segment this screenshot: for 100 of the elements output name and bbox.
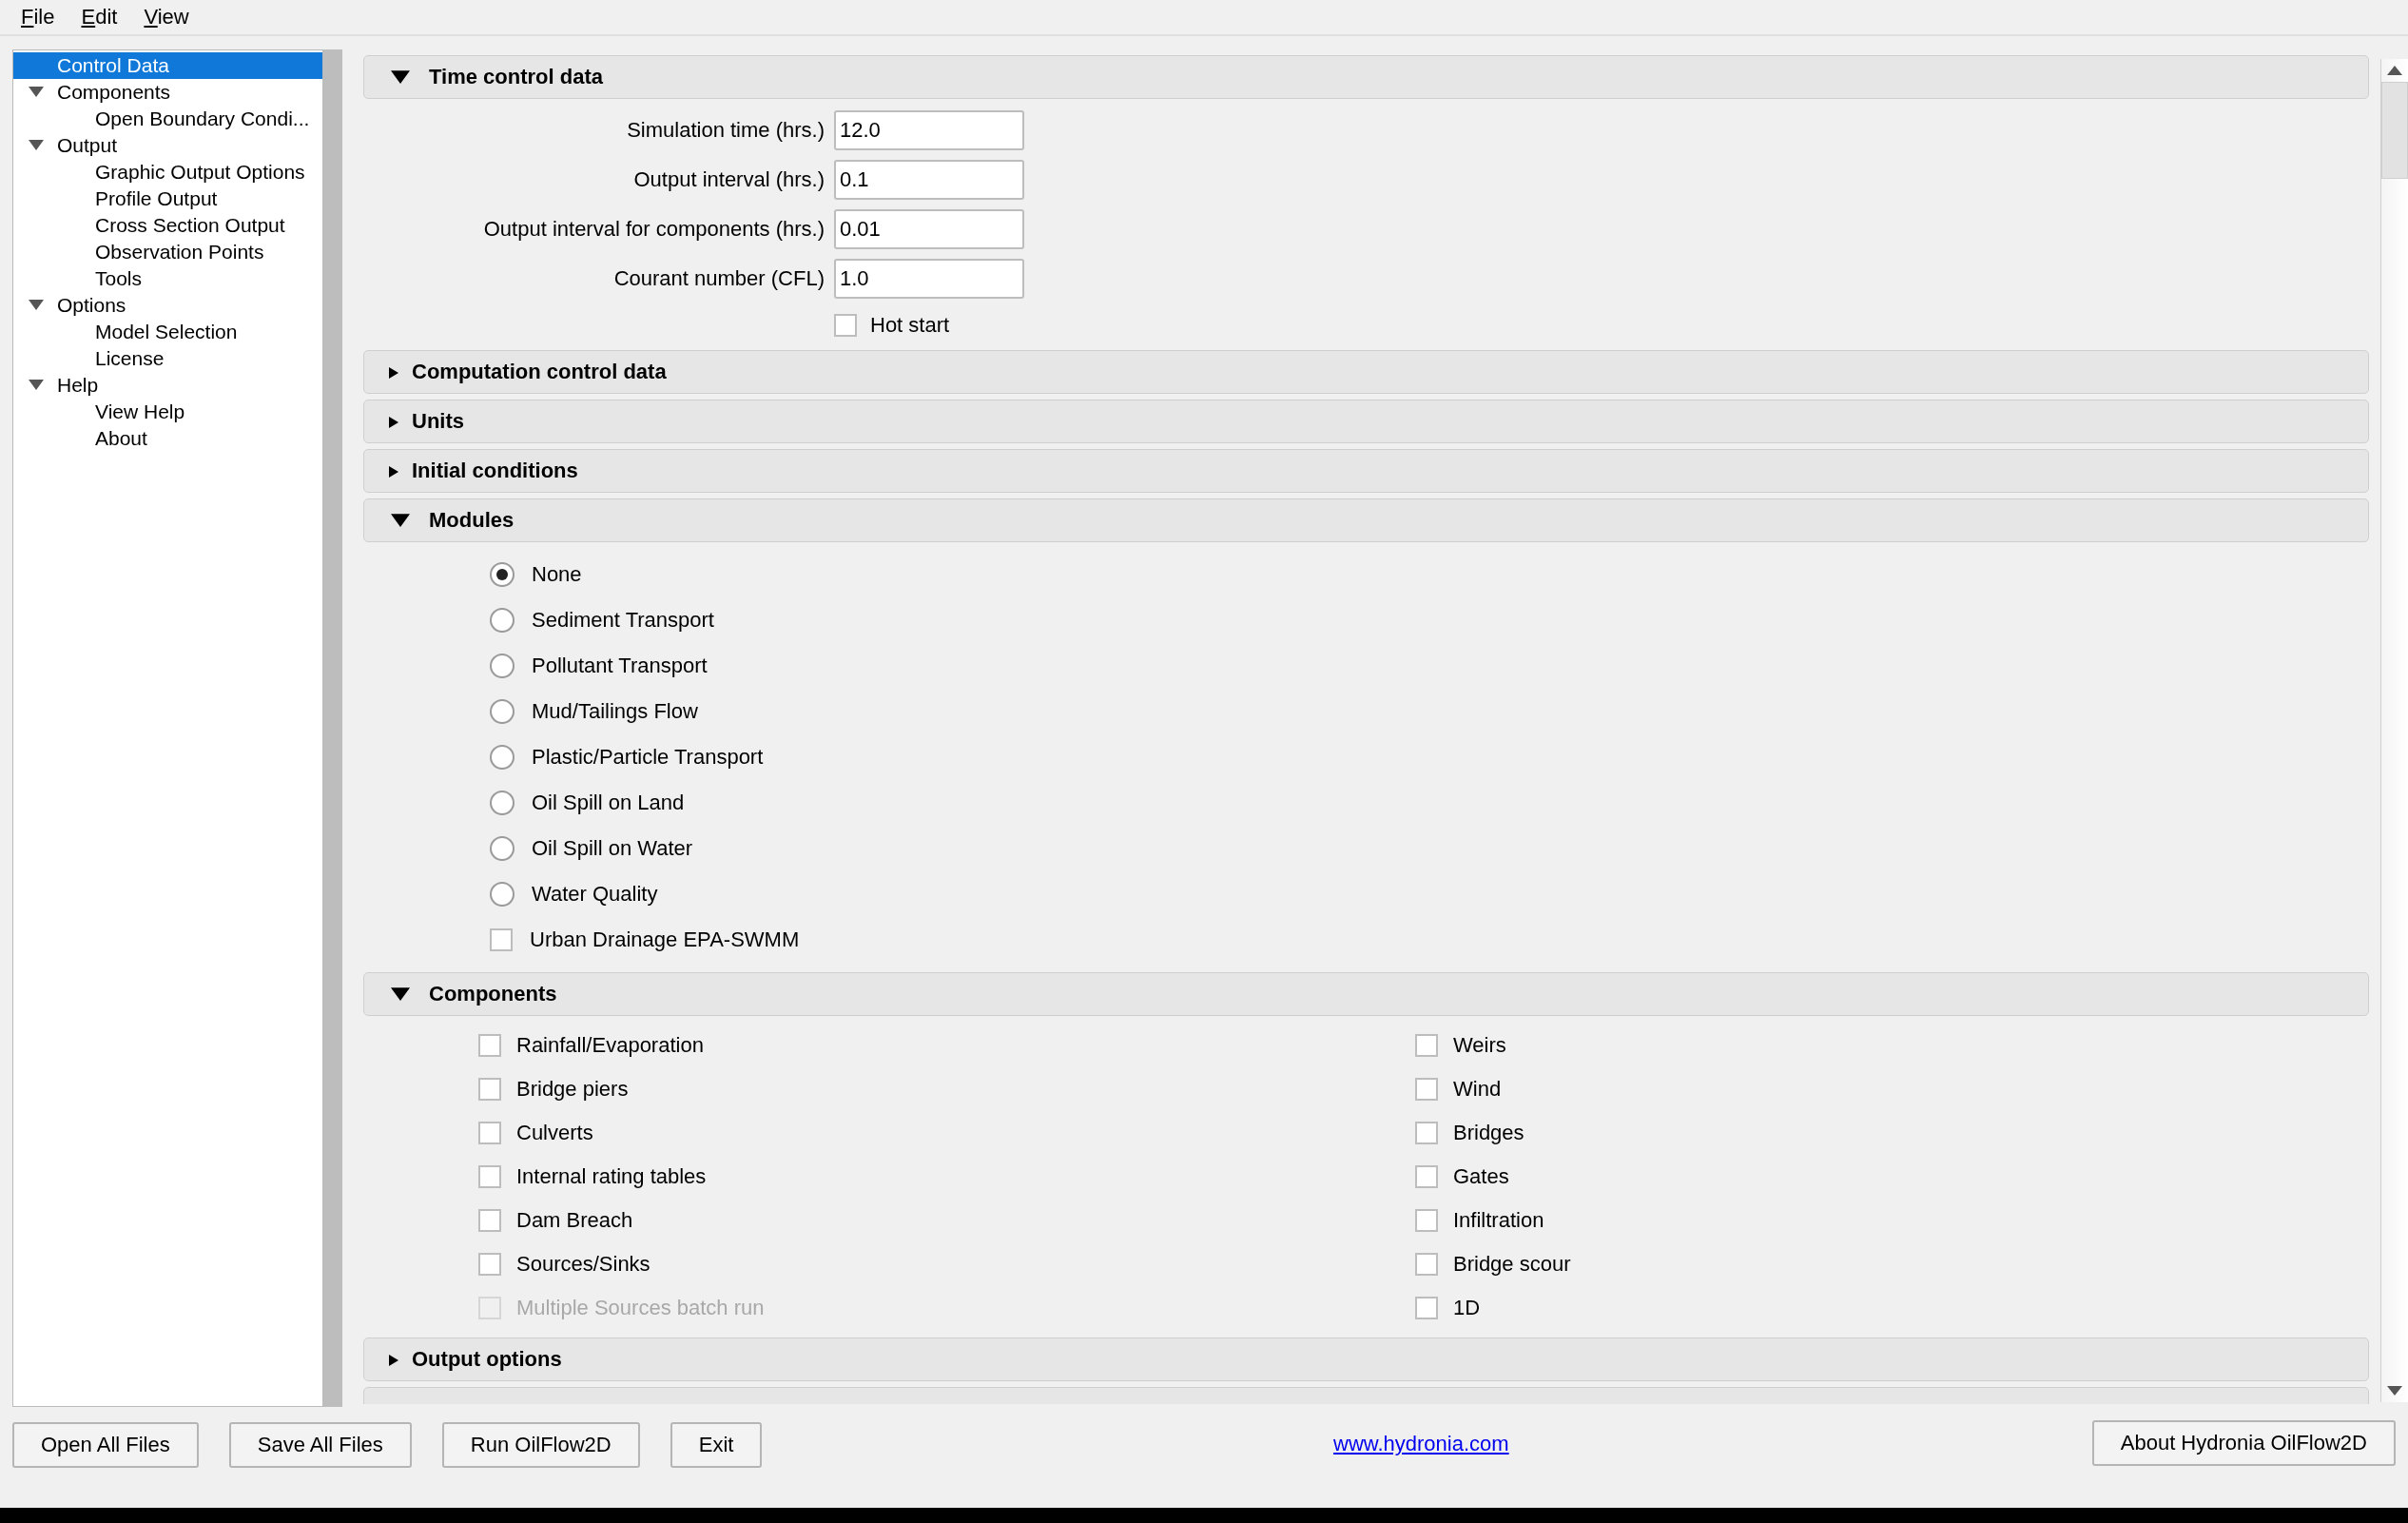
radio-button[interactable] <box>490 836 515 861</box>
field-label: Output interval (hrs.) <box>632 167 825 192</box>
scroll-up-icon[interactable] <box>2387 66 2402 75</box>
checkbox-label: Culverts <box>516 1121 593 1145</box>
expand-arrow-icon[interactable] <box>29 140 44 151</box>
checkbox[interactable] <box>478 1253 501 1276</box>
tree-item[interactable]: View Help <box>13 399 322 425</box>
checkbox[interactable] <box>490 928 513 951</box>
radio-button[interactable] <box>490 882 515 907</box>
action-button[interactable]: Exit <box>670 1422 763 1468</box>
checkbox[interactable] <box>1415 1297 1438 1319</box>
input-field[interactable]: 0.1 <box>834 160 1024 200</box>
checkbox[interactable] <box>478 1209 501 1232</box>
menu-item[interactable]: View <box>130 5 203 29</box>
checkbox-label: Gates <box>1453 1164 1509 1189</box>
checkbox[interactable] <box>1415 1078 1438 1101</box>
scroll-down-icon[interactable] <box>2387 1386 2402 1396</box>
checkbox[interactable] <box>1415 1034 1438 1057</box>
section-header[interactable]: Units <box>363 400 2369 443</box>
checkbox[interactable] <box>834 314 857 337</box>
tree-item[interactable]: Components <box>13 79 322 106</box>
input-field[interactable]: 1.0 <box>834 259 1024 299</box>
expand-arrow-icon[interactable] <box>29 380 44 391</box>
radio-button[interactable] <box>490 745 515 770</box>
section-header[interactable]: Time control data <box>363 55 2369 99</box>
action-button[interactable]: Save All Files <box>228 1422 412 1468</box>
option-label: Sediment Transport <box>532 608 714 633</box>
action-button[interactable]: Run OilFlow2D <box>441 1422 640 1468</box>
tree-item[interactable]: Graphic Output Options <box>13 159 322 185</box>
checkbox[interactable] <box>478 1078 501 1101</box>
collapse-arrow-icon[interactable] <box>391 514 410 527</box>
tree-item[interactable]: Model Selection <box>13 319 322 345</box>
checkbox-label: Dam Breach <box>516 1208 633 1233</box>
expand-arrow-icon[interactable] <box>389 417 398 428</box>
option-label: Pollutant Transport <box>532 654 708 678</box>
checkbox[interactable] <box>1415 1209 1438 1232</box>
section-header[interactable]: Components <box>363 972 2369 1016</box>
checkbox[interactable] <box>478 1034 501 1057</box>
tree-item[interactable]: Output <box>13 132 322 159</box>
input-field[interactable]: 0.01 <box>834 209 1024 249</box>
checkbox-label: Wind <box>1453 1077 1502 1102</box>
tree-item[interactable]: Cross Section Output <box>13 212 322 239</box>
expand-arrow-icon[interactable] <box>29 87 44 98</box>
section-header[interactable]: Modules <box>363 498 2369 542</box>
scrollbar[interactable] <box>2380 59 2408 1402</box>
radio-button[interactable] <box>490 608 515 633</box>
section-header[interactable]: Output options <box>363 1338 2369 1381</box>
menu-item[interactable]: Edit <box>68 5 131 29</box>
field-label: Simulation time (hrs.) <box>626 118 825 143</box>
scroll-thumb[interactable] <box>2381 82 2408 179</box>
tree-item[interactable]: About <box>13 425 322 452</box>
expand-arrow-icon[interactable] <box>389 466 398 478</box>
checkbox[interactable] <box>478 1165 501 1188</box>
section-header[interactable]: Initial conditions <box>363 449 2369 493</box>
input-field[interactable]: 12.0 <box>834 110 1024 150</box>
tree-item[interactable]: Open Boundary Condi... <box>13 106 322 132</box>
expand-arrow-icon[interactable] <box>29 300 44 311</box>
checkbox[interactable] <box>1415 1253 1438 1276</box>
checkbox-label: Infiltration <box>1453 1208 1544 1233</box>
checkbox-label: 1D <box>1453 1296 1481 1320</box>
website-link[interactable]: www.hydronia.com <box>1333 1432 1509 1456</box>
about-button[interactable]: About Hydronia OilFlow2D <box>2091 1420 2396 1466</box>
expand-arrow-icon[interactable] <box>389 367 398 379</box>
tree-item[interactable]: Observation Points <box>13 239 322 265</box>
checkbox-label: Sources/Sinks <box>516 1252 651 1277</box>
action-button[interactable]: Open All Files <box>12 1422 199 1468</box>
checkbox-label: Bridges <box>1453 1121 1524 1145</box>
field-label: Output interval for components (hrs.) <box>482 217 825 242</box>
checkbox-label: Hot start <box>870 313 950 338</box>
checkbox[interactable] <box>478 1122 501 1144</box>
tree-item[interactable]: Tools <box>13 265 322 292</box>
option-label: Water Quality <box>532 882 658 907</box>
radio-button[interactable] <box>490 654 515 678</box>
option-label: None <box>532 562 582 587</box>
collapse-arrow-icon[interactable] <box>391 987 410 1001</box>
tree-item[interactable]: Control Data <box>13 52 322 79</box>
option-label: Urban Drainage EPA-SWMM <box>530 927 800 952</box>
option-label: Oil Spill on Land <box>532 791 685 815</box>
tree-item[interactable]: License <box>13 345 322 372</box>
tree-item[interactable]: Options <box>13 292 322 319</box>
checkbox-label: Multiple Sources batch run <box>516 1296 765 1320</box>
collapse-arrow-icon[interactable] <box>391 70 410 84</box>
option-label: Mud/Tailings Flow <box>532 699 698 724</box>
checkbox-label: Bridge scour <box>1453 1252 1571 1277</box>
tree-item[interactable]: Help <box>13 372 322 399</box>
radio-button[interactable] <box>490 791 515 815</box>
expand-arrow-icon[interactable] <box>389 1355 398 1366</box>
checkbox-label: Internal rating tables <box>516 1164 707 1189</box>
section-header[interactable]: Computation control data <box>363 350 2369 394</box>
option-label: Plastic/Particle Transport <box>532 745 764 770</box>
radio-button[interactable] <box>490 562 515 587</box>
checkbox-label: Rainfall/Evaporation <box>516 1033 704 1058</box>
checkbox[interactable] <box>1415 1165 1438 1188</box>
menu-item[interactable]: File <box>8 5 68 29</box>
tree-item[interactable]: Profile Output <box>13 185 322 212</box>
radio-button[interactable] <box>490 699 515 724</box>
checkbox[interactable] <box>1415 1122 1438 1144</box>
option-label: Oil Spill on Water <box>532 836 693 861</box>
checkbox-label: Bridge piers <box>516 1077 629 1102</box>
checkbox-label: Weirs <box>1453 1033 1506 1058</box>
